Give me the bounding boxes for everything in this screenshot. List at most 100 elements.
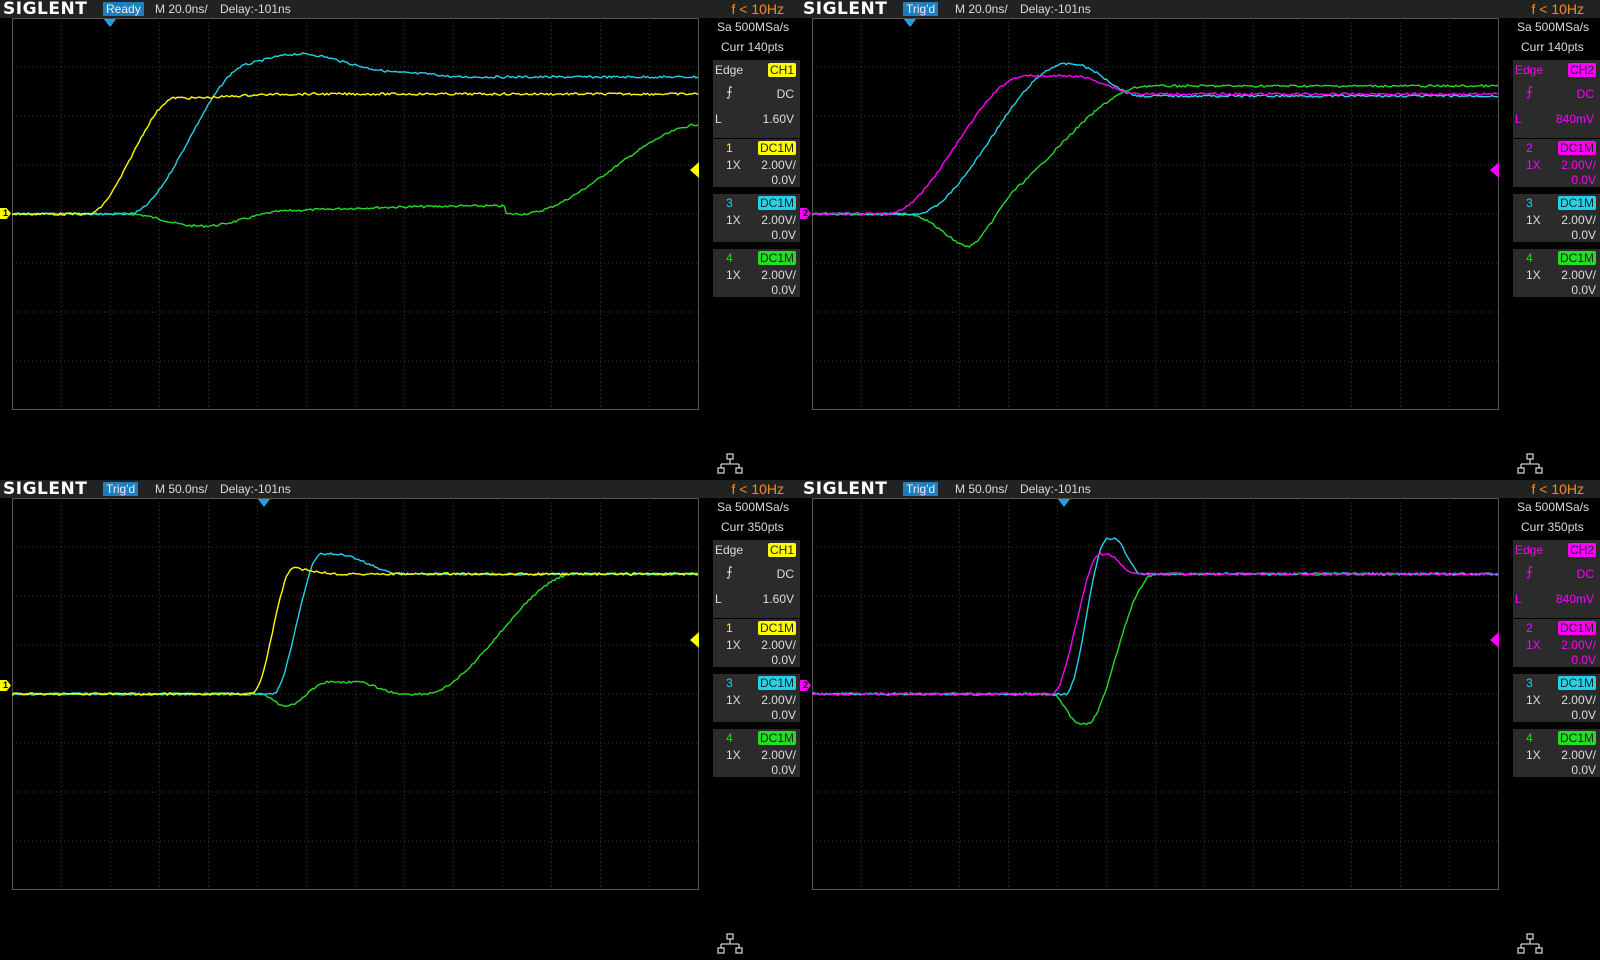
trigger-box[interactable]: Edge CH1 ⨍ DC L 1.60V — [713, 540, 800, 618]
channel-box-2[interactable]: 2 DC1M 1X 2.00V/ 0.0V — [1513, 139, 1600, 187]
delay-readout[interactable]: Delay:-101ns — [220, 482, 291, 496]
vertical-offset: 0.0V — [1571, 653, 1596, 667]
channel-box-3[interactable]: 3 DC1M 1X 2.00V/ 0.0V — [713, 194, 800, 242]
vertical-offset: 0.0V — [771, 763, 796, 777]
trigger-coupling: DC — [1576, 567, 1594, 581]
delay-readout[interactable]: Delay:-101ns — [1020, 2, 1091, 16]
vertical-offset: 0.0V — [771, 228, 796, 242]
trigger-box[interactable]: Edge CH2 ⨍ DC L 840mV — [1513, 60, 1600, 138]
channel-box-2[interactable]: 2 DC1M 1X 2.00V/ 0.0V — [1513, 619, 1600, 667]
sample-rate: Sa 500MSa/s — [717, 500, 790, 514]
channel-number: 4 — [726, 731, 733, 745]
trigger-level-marker[interactable] — [1490, 162, 1499, 178]
vertical-offset: 0.0V — [1571, 763, 1596, 777]
current-points: Curr 140pts — [721, 40, 784, 54]
trigger-coupling: DC — [776, 567, 794, 581]
trigger-box[interactable]: Edge CH1 ⨍ DC L 1.60V — [713, 60, 800, 138]
trigger-coupling: DC — [776, 87, 794, 101]
rising-edge-icon: ⨍ — [726, 564, 733, 579]
vertical-scale: 2.00V/ — [761, 158, 796, 172]
network-icon[interactable] — [715, 448, 745, 480]
channel-box-3[interactable]: 3 DC1M 1X 2.00V/ 0.0V — [713, 674, 800, 722]
trigger-coupling: DC — [1576, 87, 1594, 101]
probe-ratio: 1X — [1526, 213, 1541, 227]
brand-logo: SIGLENT — [803, 480, 888, 499]
brand-logo: SIGLENT — [3, 0, 88, 19]
timebase-readout[interactable]: M 50.0ns/ — [155, 482, 208, 496]
channel-number: 3 — [726, 676, 733, 690]
scope-panel: SIGLENT Ready M 20.0ns/ Delay:-101ns f <… — [0, 0, 800, 480]
channel-number: 3 — [1526, 676, 1533, 690]
ground-level-marker[interactable]: 1 — [0, 680, 11, 691]
ground-level-marker[interactable]: 1 — [0, 208, 11, 219]
network-icon[interactable] — [715, 928, 745, 960]
trigger-level-marker[interactable] — [690, 632, 699, 648]
network-icon[interactable] — [1515, 448, 1545, 480]
channel-box-1[interactable]: 1 DC1M 1X 2.00V/ 0.0V — [713, 139, 800, 187]
channel-coupling: DC1M — [1557, 621, 1596, 635]
vertical-offset: 0.0V — [1571, 708, 1596, 722]
ground-level-marker[interactable]: 2 — [800, 680, 811, 691]
channel-box-3[interactable]: 3 DC1M 1X 2.00V/ 0.0V — [1513, 194, 1600, 242]
acquisition-status: Ready — [103, 2, 144, 16]
channel-box-4[interactable]: 4 DC1M 1X 2.00V/ 0.0V — [713, 249, 800, 297]
ground-marker-label: 1 — [2, 208, 8, 218]
waveform-grid — [12, 18, 699, 410]
channel-number: 3 — [1526, 196, 1533, 210]
channel-box-4[interactable]: 4 DC1M 1X 2.00V/ 0.0V — [713, 729, 800, 777]
trigger-type: Edge — [1515, 63, 1544, 77]
acquisition-status: Trig'd — [103, 482, 139, 496]
rising-edge-icon: ⨍ — [1526, 564, 1533, 579]
vertical-offset: 0.0V — [771, 173, 796, 187]
channel-number: 4 — [1526, 251, 1533, 265]
vertical-offset: 0.0V — [1571, 283, 1596, 297]
channel-coupling: DC1M — [757, 731, 796, 745]
trigger-type: Edge — [715, 543, 744, 557]
channel-coupling: DC1M — [757, 251, 796, 265]
trigger-level-label: L — [1515, 112, 1522, 126]
timebase-readout[interactable]: M 20.0ns/ — [955, 2, 1008, 16]
timebase-readout[interactable]: M 50.0ns/ — [955, 482, 1008, 496]
sample-rate: Sa 500MSa/s — [717, 20, 790, 34]
trigger-level-marker[interactable] — [1490, 632, 1499, 648]
acquisition-status: Trig'd — [903, 2, 939, 16]
vertical-scale: 2.00V/ — [761, 638, 796, 652]
delay-readout[interactable]: Delay:-101ns — [220, 2, 291, 16]
channel-box-1[interactable]: 1 DC1M 1X 2.00V/ 0.0V — [713, 619, 800, 667]
channel-box-4[interactable]: 4 DC1M 1X 2.00V/ 0.0V — [1513, 729, 1600, 777]
sample-rate: Sa 500MSa/s — [1517, 500, 1590, 514]
channel-box-4[interactable]: 4 DC1M 1X 2.00V/ 0.0V — [1513, 249, 1600, 297]
current-points: Curr 350pts — [1521, 520, 1584, 534]
scope-panel: SIGLENT Trig'd M 20.0ns/ Delay:-101ns f … — [800, 0, 1600, 480]
vertical-offset: 0.0V — [771, 283, 796, 297]
probe-ratio: 1X — [726, 693, 741, 707]
ground-marker-label: 2 — [802, 208, 808, 218]
frequency-counter: f < 10Hz — [1531, 1, 1584, 17]
waveform-grid — [812, 498, 1499, 890]
top-status-bar: SIGLENT Trig'd M 50.0ns/ Delay:-101ns f … — [800, 480, 1600, 499]
channel-coupling: DC1M — [1557, 731, 1596, 745]
trigger-box[interactable]: Edge CH2 ⨍ DC L 840mV — [1513, 540, 1600, 618]
side-info-panel: Sa 500MSa/s Curr 140pts Edge CH2 ⨍ DC L … — [1513, 18, 1600, 478]
waveform-grid — [812, 18, 1499, 410]
delay-readout[interactable]: Delay:-101ns — [1020, 482, 1091, 496]
waveform-grid — [12, 498, 699, 890]
trigger-source: CH1 — [767, 63, 796, 77]
timebase-readout[interactable]: M 20.0ns/ — [155, 2, 208, 16]
brand-logo: SIGLENT — [803, 0, 888, 19]
channel-coupling: DC1M — [757, 196, 796, 210]
channel-number: 2 — [1526, 621, 1533, 635]
current-points: Curr 140pts — [1521, 40, 1584, 54]
channel-box-3[interactable]: 3 DC1M 1X 2.00V/ 0.0V — [1513, 674, 1600, 722]
top-status-bar: SIGLENT Ready M 20.0ns/ Delay:-101ns f <… — [0, 0, 800, 19]
vertical-scale: 2.00V/ — [1561, 158, 1596, 172]
waveform-trace — [812, 537, 1499, 696]
scope-panel: SIGLENT Trig'd M 50.0ns/ Delay:-101ns f … — [0, 480, 800, 960]
trigger-level-marker[interactable] — [690, 162, 699, 178]
vertical-offset: 0.0V — [771, 708, 796, 722]
ground-level-marker[interactable]: 2 — [800, 208, 811, 219]
probe-ratio: 1X — [1526, 638, 1541, 652]
channel-number: 4 — [1526, 731, 1533, 745]
network-icon[interactable] — [1515, 928, 1545, 960]
side-info-panel: Sa 500MSa/s Curr 140pts Edge CH1 ⨍ DC L … — [713, 18, 800, 478]
